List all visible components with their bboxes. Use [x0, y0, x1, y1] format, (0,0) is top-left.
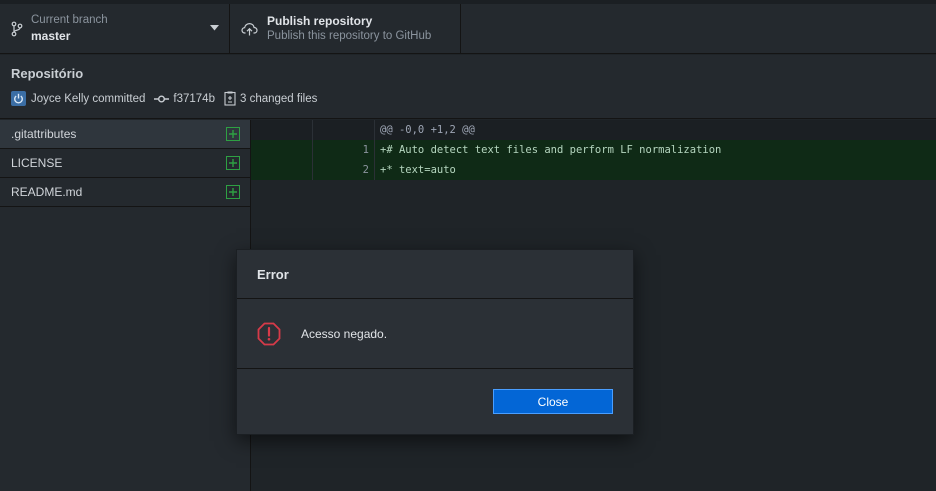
chevron-down-icon [210, 25, 219, 31]
error-dialog: Error Acesso negado. Close [236, 249, 634, 435]
publish-title: Publish repository [267, 14, 373, 28]
file-name: README.md [11, 185, 83, 199]
file-item[interactable]: .gitattributes [0, 120, 250, 149]
file-item[interactable]: LICENSE [0, 149, 250, 178]
commit-summary: Repositório Joyce Kelly committed f37174… [0, 55, 936, 119]
close-button[interactable]: Close [493, 389, 613, 414]
file-added-icon [226, 185, 240, 199]
avatar [11, 91, 26, 106]
commit-title: Repositório [11, 66, 84, 81]
file-name: LICENSE [11, 156, 63, 170]
git-commit-icon [154, 95, 170, 102]
hunk-header-text: @@ -0,0 +1,2 @@ [380, 124, 475, 136]
avatar-glyph-icon [14, 93, 23, 104]
new-line-number: 2 [313, 160, 375, 180]
branch-caption: Current branch [31, 14, 108, 26]
file-added-icon [226, 127, 240, 141]
publish-repository-button[interactable]: Publish repository Publish this reposito… [230, 4, 461, 53]
changed-files-count: 3 changed files [239, 92, 318, 105]
toolbar: Current branch master Publish repository… [0, 0, 936, 54]
old-line-gutter [251, 160, 313, 180]
file-item[interactable]: README.md [0, 178, 250, 207]
diff-line-added[interactable]: 1 +# Auto detect text files and perform … [251, 140, 936, 160]
dialog-message: Acesso negado. [301, 326, 388, 341]
stop-alert-icon [257, 322, 281, 345]
file-name: .gitattributes [11, 127, 77, 141]
diff-line-text: +* text=auto [380, 164, 456, 176]
new-line-number: 1 [313, 140, 375, 160]
diff-hunk-header: @@ -0,0 +1,2 @@ [251, 120, 936, 140]
diff-line-text: +# Auto detect text files and perform LF… [380, 144, 722, 156]
diff-line-added[interactable]: 2 +* text=auto [251, 160, 936, 180]
publish-subtitle: Publish this repository to GitHub [267, 30, 432, 42]
commit-sha[interactable]: f37174b [173, 93, 215, 105]
cloud-upload-icon [241, 22, 258, 35]
dialog-title: Error [237, 250, 633, 299]
branch-name: master [31, 29, 71, 43]
git-branch-icon [11, 21, 23, 36]
diff-file-icon [224, 91, 236, 106]
changed-files-list: .gitattributes LICENSE README.md [0, 120, 251, 491]
current-branch-button[interactable]: Current branch master [0, 4, 230, 53]
old-line-gutter [251, 140, 313, 160]
commit-author: Joyce Kelly committed [31, 92, 146, 105]
new-line-gutter [313, 120, 375, 140]
old-line-gutter [251, 120, 313, 140]
file-added-icon [226, 156, 240, 170]
